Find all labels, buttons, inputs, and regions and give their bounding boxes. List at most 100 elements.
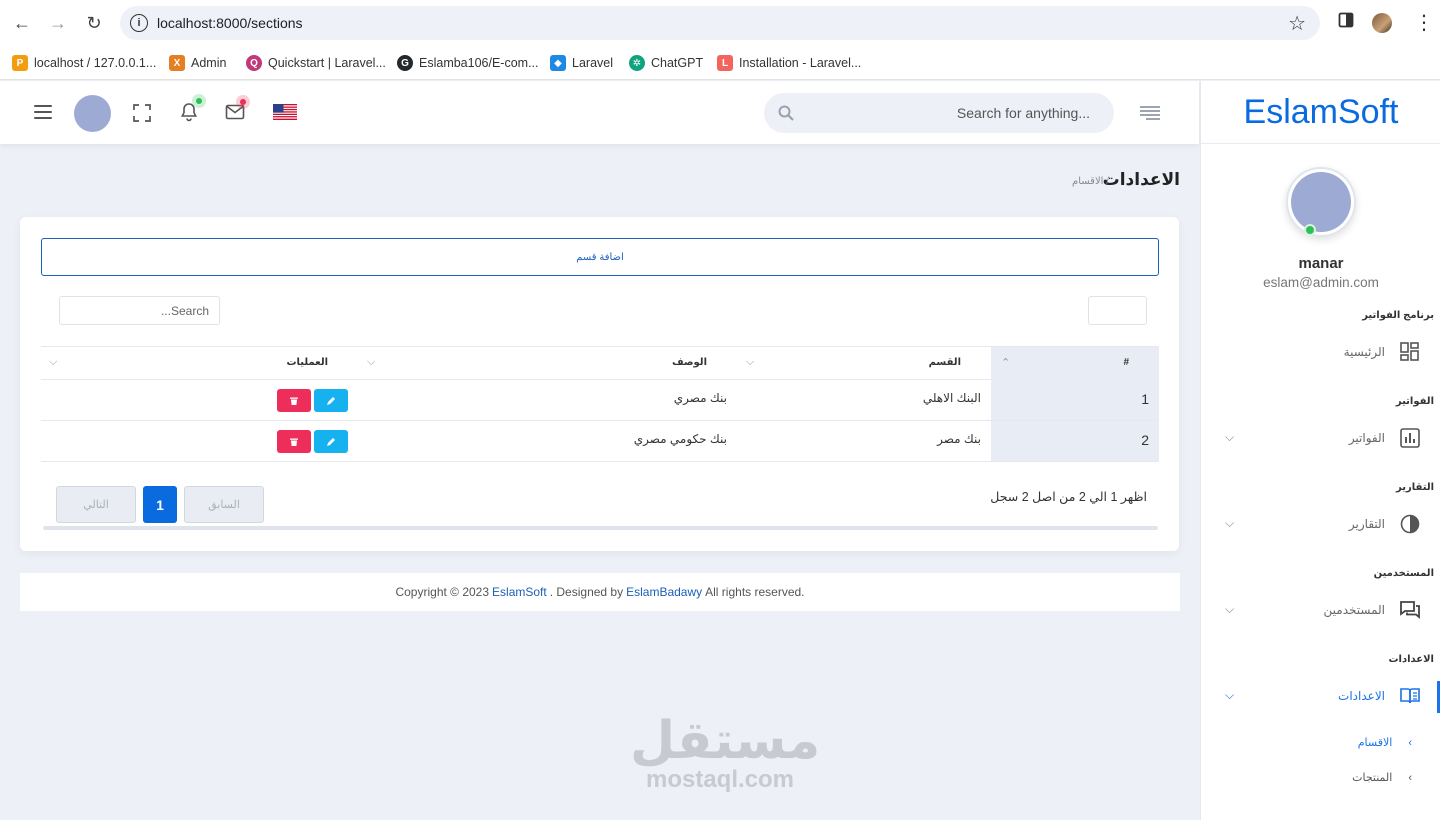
footer-rights: All rights reserved. xyxy=(705,585,805,599)
chevron-right-icon: › xyxy=(1408,772,1412,784)
sidebar-category: المستخدمين xyxy=(1373,568,1434,579)
search-input[interactable] xyxy=(830,103,1090,123)
site-info-icon[interactable]: i xyxy=(130,14,148,32)
breadcrumb[interactable]: / الاقسام xyxy=(1072,176,1109,187)
bookmark-quickstart[interactable]: Q Quickstart | Laravel... xyxy=(246,53,386,73)
sort-icon[interactable]: ⌵ xyxy=(367,356,375,369)
sidebar-category: التقارير xyxy=(1396,482,1434,493)
brand-logo[interactable]: EslamSoft xyxy=(1201,81,1440,144)
bookmark-label: Laravel xyxy=(572,56,613,70)
url-text: localhost:8000/sections xyxy=(157,15,303,31)
chevron-down-icon: ⌵ xyxy=(1225,602,1235,616)
align-right-icon[interactable] xyxy=(1140,106,1160,120)
fullscreen-icon[interactable] xyxy=(133,104,151,122)
reload-icon[interactable]: ↻ xyxy=(82,11,106,35)
sort-asc-icon[interactable]: ⌃ xyxy=(1001,356,1010,369)
footer-brand-link[interactable]: EslamSoft xyxy=(492,585,547,599)
menu-icon[interactable] xyxy=(34,105,52,119)
trash-icon xyxy=(290,397,298,405)
kebab-menu-icon[interactable]: ⋮ xyxy=(1414,10,1434,35)
row-number: 1 xyxy=(1141,391,1149,407)
subitem-label: المنتجات xyxy=(1352,772,1393,784)
back-arrow-icon[interactable]: ← xyxy=(10,11,34,35)
bookmark-laravel[interactable]: ◆ Laravel xyxy=(550,53,613,73)
xampp-icon: X xyxy=(169,55,185,71)
browser-profile-avatar[interactable] xyxy=(1372,13,1392,33)
bookmarks-bar: Plocalhost / 127.0.0.1... X Admin Q Quicks… xyxy=(0,46,1440,80)
bookmark-label: Installation - Laravel... xyxy=(739,56,862,70)
footer: Copyright © 2023 EslamSoft . Designed by… xyxy=(20,573,1180,611)
bookmark-phpmyadmin[interactable]: Plocalhost / 127.0.0.1... xyxy=(12,53,156,73)
row-number: 2 xyxy=(1141,432,1149,448)
pencil-icon xyxy=(327,396,335,405)
watermark-arabic: مستقل xyxy=(630,711,821,771)
edit-button[interactable] xyxy=(314,430,348,453)
bookmark-label: localhost / 127.0.0.1... xyxy=(34,56,157,70)
delete-button[interactable] xyxy=(277,389,311,412)
sidebar-subitem-products[interactable]: › المنتجات xyxy=(1352,771,1412,784)
bookmark-label: Quickstart | Laravel... xyxy=(268,56,386,70)
sidebar-item-home[interactable]: الرئيسية xyxy=(1201,337,1440,367)
column-header-description[interactable]: الوصف xyxy=(672,357,707,368)
add-section-button[interactable]: اضافة قسم xyxy=(41,238,1159,276)
watermark-latin: mostaql.com xyxy=(645,766,795,793)
sidebar: EslamSoft manar eslam@admin.com برنامج ا… xyxy=(1200,81,1440,820)
pagination-next-button[interactable]: التالي xyxy=(56,486,136,523)
table-info: اظهر 1 الي 2 من اصل 2 سجل xyxy=(990,490,1147,504)
page-title: الاعدادات xyxy=(1102,170,1180,189)
address-bar[interactable]: i localhost:8000/sections ☆ xyxy=(120,6,1320,40)
trash-icon xyxy=(290,438,298,446)
footer-designed-by: . Designed by xyxy=(549,585,624,599)
header-avatar[interactable] xyxy=(74,95,111,132)
column-header-number[interactable]: # xyxy=(1123,357,1129,368)
bookmark-star-icon[interactable]: ☆ xyxy=(1288,11,1306,36)
profile-avatar[interactable] xyxy=(1286,167,1356,237)
bookmark-github[interactable]: G Eslamba106/E-com... xyxy=(397,53,539,73)
horizontal-scrollbar[interactable] xyxy=(43,526,1158,530)
pagination-page-1[interactable]: 1 xyxy=(143,486,177,523)
bookmark-label: ChatGPT xyxy=(651,56,704,70)
edit-button[interactable] xyxy=(314,389,348,412)
sidebar-category: الاعدادات xyxy=(1388,654,1434,665)
bookmark-label: Admin xyxy=(191,56,227,70)
pagination-prev-button[interactable]: السابق xyxy=(184,486,264,523)
table-header: # ⌃ القسم ⌵ الوصف ⌵ العمليات ⌵ xyxy=(41,346,1159,381)
chevron-right-icon: › xyxy=(1408,737,1412,749)
column-header-section[interactable]: القسم xyxy=(929,357,961,368)
sidebar-subitem-sections[interactable]: › الاقسام xyxy=(1358,736,1412,749)
bookmark-label: Eslamba106/E-com... xyxy=(419,56,539,70)
sort-icon[interactable]: ⌵ xyxy=(746,356,754,369)
footer-copyright: Copyright © 2023 xyxy=(395,585,490,599)
sections-card: اضافة قسم # ⌃ القسم ⌵ الوصف ⌵ العمليات ⌵… xyxy=(20,217,1179,551)
table-row: 2 بنك مصر بنك حكومي مصري xyxy=(41,421,1159,462)
chevron-down-icon: ⌵ xyxy=(1225,430,1235,444)
chatgpt-icon: ✲ xyxy=(629,55,645,71)
header-search[interactable] xyxy=(764,93,1114,133)
bookmark-admin[interactable]: X Admin xyxy=(169,53,226,73)
side-panel-icon[interactable] xyxy=(1338,12,1354,33)
laravel-icon: L xyxy=(717,55,733,71)
pencil-icon xyxy=(327,437,335,446)
header-cell-number[interactable] xyxy=(991,347,1159,381)
forward-arrow-icon[interactable]: → xyxy=(46,11,70,35)
bookmark-chatgpt[interactable]: ✲ ChatGPT xyxy=(629,53,703,73)
us-flag-icon[interactable] xyxy=(273,104,297,120)
footer-author-link[interactable]: EslamBadawy xyxy=(626,585,702,599)
sidebar-item-users[interactable]: المستخدمين ⌵ xyxy=(1201,595,1440,625)
sidebar-item-label: المستخدمين xyxy=(1323,603,1385,617)
bookmark-installation[interactable]: L Installation - Laravel... xyxy=(717,53,861,73)
table-search-input[interactable] xyxy=(59,296,220,325)
github-icon: G xyxy=(397,55,413,71)
sidebar-item-reports[interactable]: التقارير ⌵ xyxy=(1201,509,1440,539)
page-length-select[interactable] xyxy=(1088,296,1147,325)
column-header-actions[interactable]: العمليات xyxy=(287,357,329,368)
sort-icon[interactable]: ⌵ xyxy=(49,356,57,369)
quickstart-icon: Q xyxy=(246,55,262,71)
sidebar-item-invoices[interactable]: الفواتير ⌵ xyxy=(1201,423,1440,453)
laravel-diamond-icon: ◆ xyxy=(550,55,566,71)
notification-badge xyxy=(192,94,206,108)
delete-button[interactable] xyxy=(277,430,311,453)
sidebar-item-settings[interactable]: الاعدادات ⌵ xyxy=(1201,681,1440,711)
section-description: بنك مصري xyxy=(673,391,727,405)
search-icon xyxy=(778,105,794,121)
